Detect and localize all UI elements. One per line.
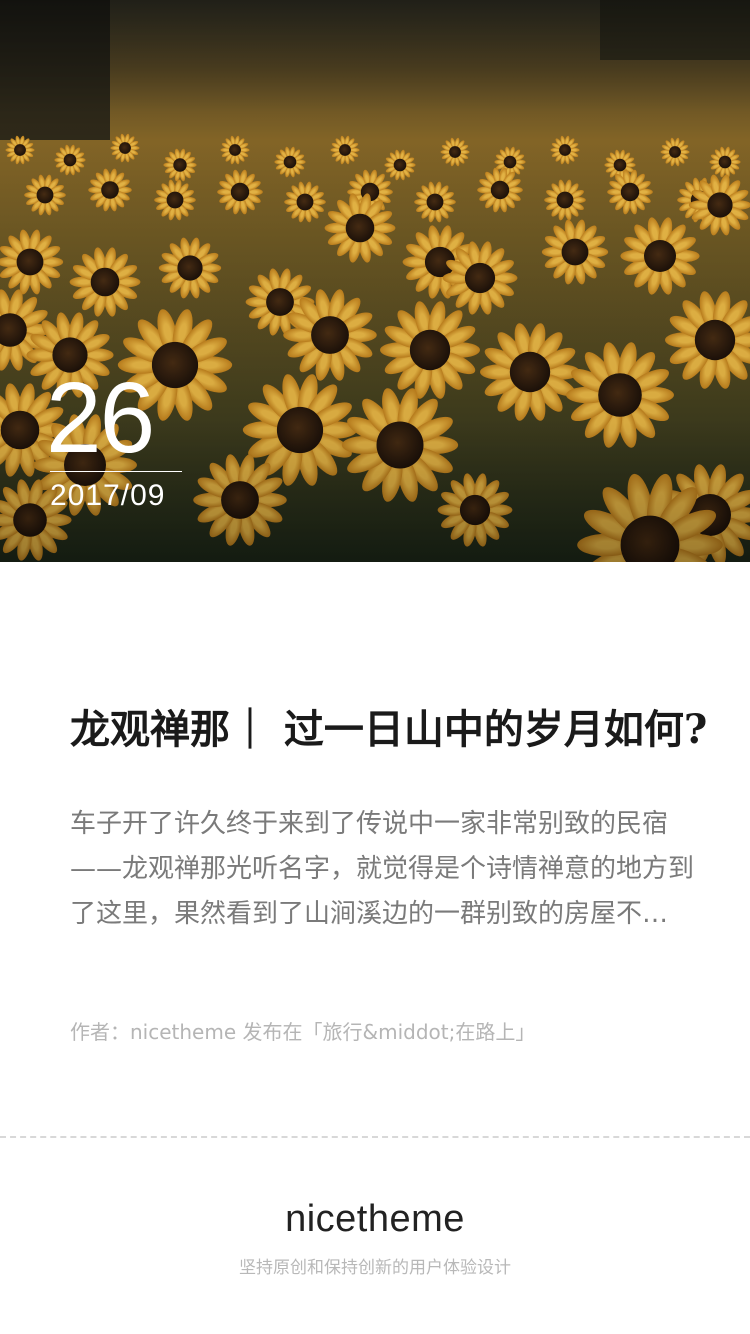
- brand-logo: nicetheme: [285, 1198, 465, 1240]
- brand-tagline: 坚持原创和保持创新的用户体验设计: [239, 1258, 511, 1278]
- date-year-month: 2017/09: [50, 479, 166, 512]
- article-excerpt: 车子开了许久终于来到了传说中一家非常别致的民宿——龙观禅那光听名字，就觉得是个诗…: [70, 809, 695, 929]
- article-title[interactable]: 龙观禅那｜ 过一日山中的岁月如何?: [70, 700, 750, 760]
- date-divider: [50, 471, 182, 472]
- article-meta: 作者：nicetheme 发布在「旅行&middot;在路上」: [70, 1020, 536, 1044]
- hero-image: 26 2017/09: [0, 0, 750, 562]
- date-day: 26: [46, 362, 155, 474]
- section-divider: [0, 1136, 750, 1138]
